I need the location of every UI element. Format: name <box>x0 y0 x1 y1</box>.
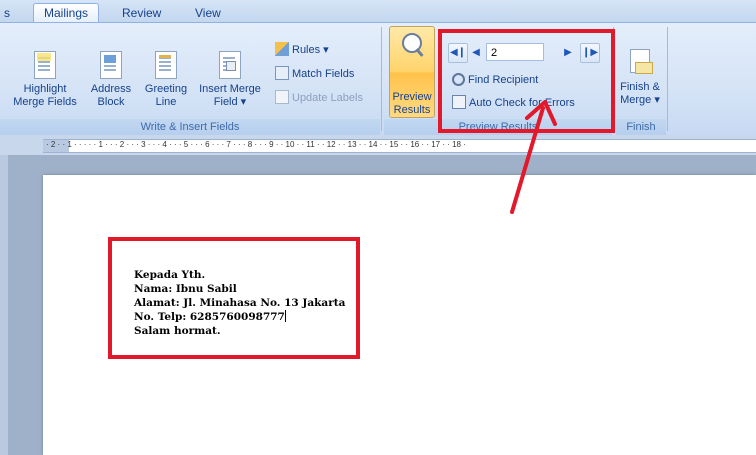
annotation-arrow <box>510 100 557 214</box>
